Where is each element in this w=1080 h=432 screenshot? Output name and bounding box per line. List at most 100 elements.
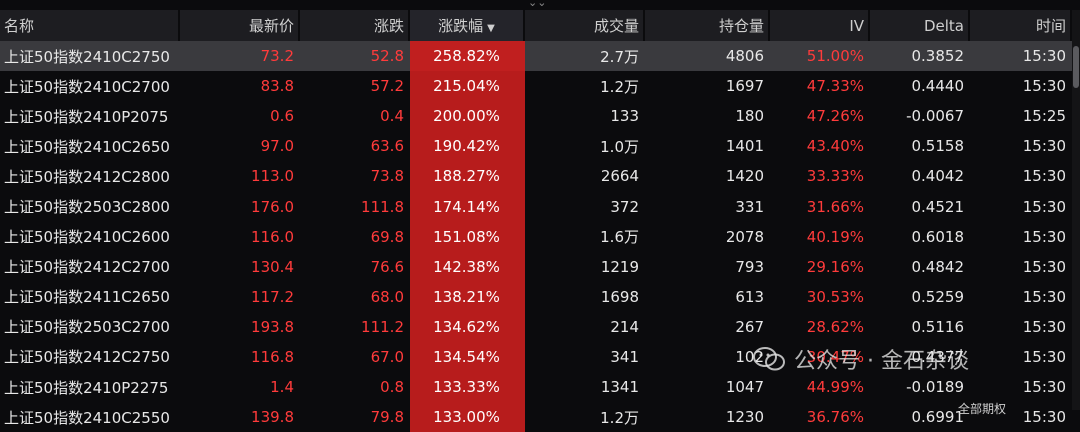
watermark: 公众号 · 金石杂谈 <box>752 343 969 375</box>
table-row[interactable]: 上证50指数2411C2650 117.2 68.0 138.21% 1698 613 30… <box>0 281 1072 312</box>
cell-pct-change: 190.42% <box>410 131 525 162</box>
cell-open-interest: 180 <box>735 107 764 126</box>
cell-iv: 28.62% <box>806 317 864 336</box>
cell-delta: 0.5116 <box>911 317 965 336</box>
cell-pct-change: 133.33% <box>410 372 525 403</box>
column-header-price[interactable]: 最新价 <box>180 10 300 41</box>
cell-name: 上证50指数2503C2800 <box>4 198 170 217</box>
sort-desc-icon: ▼ <box>487 23 495 34</box>
cell-delta: 0.4521 <box>911 197 965 216</box>
cell-open-interest: 1230 <box>725 408 764 427</box>
cell-price: 113.0 <box>251 167 294 186</box>
cell-volume: 133 <box>610 107 639 126</box>
vertical-scrollbar[interactable] <box>1072 10 1080 410</box>
scrollbar-thumb[interactable] <box>1073 46 1079 88</box>
column-header-delta[interactable]: Delta <box>870 10 970 41</box>
cell-iv: 44.99% <box>806 378 864 397</box>
cell-change: 69.8 <box>370 227 404 246</box>
column-header-pct-change[interactable]: 涨跌幅 ▼ <box>410 10 525 41</box>
cell-price: 83.8 <box>260 77 294 96</box>
cell-delta: 0.5158 <box>911 137 965 156</box>
cell-open-interest: 267 <box>735 317 764 336</box>
cell-delta: 0.3852 <box>870 41 970 72</box>
cell-change: 57.2 <box>370 77 404 96</box>
cell-change: 63.6 <box>370 137 404 156</box>
cell-volume: 1219 <box>600 257 639 276</box>
cell-pct-change: 138.21% <box>410 281 525 312</box>
cell-pct-change: 174.14% <box>410 191 525 222</box>
collapse-bar[interactable]: ⌄⌄ <box>0 0 1080 10</box>
cell-name: 上证50指数2412C2800 <box>4 167 170 186</box>
cell-volume: 1.0万 <box>600 137 639 156</box>
cell-price: 73.2 <box>180 41 300 72</box>
cell-time: 15:30 <box>1022 197 1066 216</box>
cell-open-interest: 331 <box>735 197 764 216</box>
table-row[interactable]: 上证50指数2410C2550 139.8 79.8 133.00% 1.2万 1230 3… <box>0 402 1072 432</box>
table-row[interactable]: 上证50指数2410C2700 83.8 57.2 215.04% 1.2万 1697 47… <box>0 71 1072 102</box>
cell-volume: 372 <box>610 197 639 216</box>
cell-iv: 36.76% <box>806 408 864 427</box>
cell-pct-change: 215.04% <box>410 71 525 102</box>
cell-time: 15:30 <box>1022 257 1066 276</box>
column-header-open-interest[interactable]: 持仓量 <box>645 10 770 41</box>
table-row[interactable]: 上证50指数2410C2750 73.2 52.8 258.82% 2.7万 4806 51… <box>0 41 1072 72</box>
table-row[interactable]: 上证50指数2412C2800 113.0 73.8 188.27% 2664 1420 3… <box>0 161 1072 192</box>
cell-change: 67.0 <box>370 347 404 366</box>
cell-price: 176.0 <box>251 197 294 216</box>
cell-pct-change: 134.54% <box>410 341 525 373</box>
table-row[interactable]: 上证50指数2503C2800 176.0 111.8 174.14% 372 331 31… <box>0 191 1072 222</box>
cell-open-interest: 1047 <box>725 378 764 397</box>
column-header-volume[interactable]: 成交量 <box>525 10 645 41</box>
cell-change: 73.8 <box>370 167 404 186</box>
table-row[interactable]: 上证50指数2503C2700 193.8 111.2 134.62% 214 267 28… <box>0 311 1072 342</box>
table-row[interactable]: 上证50指数2410P2075 0.6 0.4 200.00% 133 180 47.26%… <box>0 101 1072 132</box>
cell-change: 111.8 <box>361 197 404 216</box>
cell-volume: 1.6万 <box>600 228 639 247</box>
cell-price: 116.0 <box>251 227 294 246</box>
cell-change: 52.8 <box>300 41 410 72</box>
cell-time: 15:30 <box>1022 167 1066 186</box>
column-header-iv[interactable]: IV <box>770 10 870 41</box>
cell-iv: 47.26% <box>806 107 864 126</box>
table-header: 名称 最新价 涨跌 涨跌幅 ▼ 成交量 持仓量 IV Delta 时间 <box>0 10 1072 41</box>
cell-volume: 2.7万 <box>525 41 645 72</box>
cell-name: 上证50指数2410C2700 <box>4 77 170 96</box>
chevron-down-icon[interactable]: ⌄⌄ <box>528 0 546 9</box>
cell-price: 139.8 <box>251 408 294 427</box>
cell-volume: 1.2万 <box>600 408 639 427</box>
wechat-icon <box>753 347 785 371</box>
cell-change: 111.2 <box>361 317 404 336</box>
table-row[interactable]: 上证50指数2410C2650 97.0 63.6 190.42% 1.0万 1401 43… <box>0 131 1072 162</box>
cell-time: 15:30 <box>1022 317 1066 336</box>
cell-open-interest: 4806 <box>645 41 770 72</box>
cell-delta: 0.4842 <box>911 257 965 276</box>
cell-name: 上证50指数2410P2275 <box>4 378 169 397</box>
table-row[interactable]: 上证50指数2410C2600 116.0 69.8 151.08% 1.6万 2078 4… <box>0 221 1072 252</box>
cell-volume: 1.2万 <box>600 77 639 96</box>
column-header-time[interactable]: 时间 <box>970 10 1072 41</box>
cell-iv: 43.40% <box>806 137 864 156</box>
cell-iv: 40.19% <box>806 227 864 246</box>
cell-volume: 1341 <box>600 378 639 397</box>
cell-pct-change: 133.00% <box>410 402 525 432</box>
table-row[interactable]: 上证50指数2412C2700 130.4 76.6 142.38% 1219 793 29… <box>0 251 1072 282</box>
cell-pct-change: 258.82% <box>410 41 525 72</box>
cell-change: 0.4 <box>380 107 404 126</box>
cell-delta: -0.0189 <box>906 378 964 397</box>
cell-change: 76.6 <box>370 257 404 276</box>
cell-name: 上证50指数2410C2600 <box>4 228 170 247</box>
column-header-change[interactable]: 涨跌 <box>300 10 410 41</box>
cell-iv: 47.33% <box>806 77 864 96</box>
cell-pct-change: 188.27% <box>410 161 525 192</box>
cell-volume: 341 <box>610 347 639 366</box>
cell-price: 193.8 <box>251 317 294 336</box>
cell-name: 上证50指数2411C2650 <box>4 288 170 307</box>
cell-price: 0.6 <box>270 107 294 126</box>
cell-name: 上证50指数2503C2700 <box>4 318 170 337</box>
cell-volume: 2664 <box>600 167 639 186</box>
cell-name: 上证50指数2412C2700 <box>4 258 170 277</box>
cell-volume: 1698 <box>600 287 639 306</box>
table-row[interactable]: 上证50指数2410P2275 1.4 0.8 133.33% 1341 1047 44.9… <box>0 372 1072 403</box>
cell-pct-change: 200.00% <box>410 101 525 132</box>
column-header-name[interactable]: 名称 <box>0 10 180 41</box>
